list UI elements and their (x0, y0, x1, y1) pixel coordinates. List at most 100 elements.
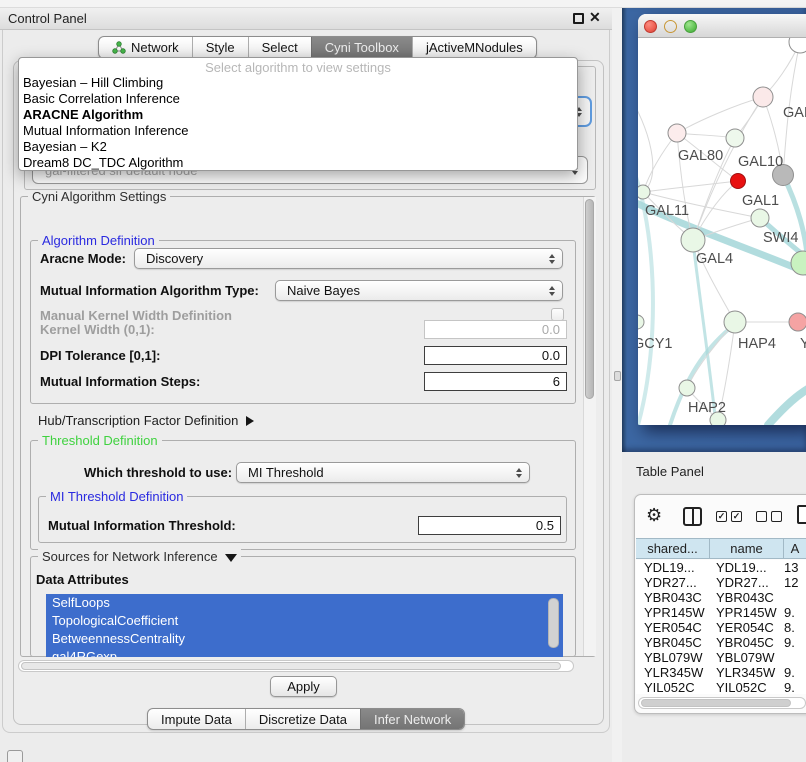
network-canvas[interactable]: GAL GAL80 GAL10 GAL1 GAL11 SWI4 GAL4 GCY… (638, 38, 806, 425)
tab-network[interactable]: Network (99, 37, 192, 58)
table-row[interactable]: YDR27... YDR27... 12 (636, 575, 806, 590)
cell-shared-name: YDL19... (636, 560, 708, 575)
label-gal1: GAL1 (742, 193, 779, 209)
hub-section-toggle[interactable]: Hub/Transcription Factor Definition (38, 413, 254, 428)
tab-cyni-toolbox[interactable]: Cyni Toolbox (311, 37, 412, 58)
panel-splitter[interactable] (612, 8, 622, 762)
mi-steps-value: 6 (553, 374, 560, 389)
gear-icon[interactable] (646, 506, 662, 524)
column-header-name[interactable]: name (710, 539, 784, 558)
column-header-shared-name[interactable]: shared... (636, 539, 710, 558)
table-row[interactable]: YIL052C YIL052C 9. (636, 680, 806, 694)
dpi-tolerance-input[interactable]: 0.0 (424, 346, 567, 365)
node-gcy1[interactable] (638, 315, 644, 329)
sources-group-toggle[interactable]: Sources for Network Inference (38, 549, 241, 564)
attribute-item-selfloops[interactable]: SelfLoops (46, 594, 563, 612)
attribute-item-topologicalcoefficient[interactable]: TopologicalCoefficient (46, 612, 563, 630)
tab-infer-network[interactable]: Infer Network (360, 709, 464, 729)
node-gal1[interactable] (751, 209, 769, 227)
network-window-titlebar[interactable] (638, 14, 806, 38)
table-row[interactable]: YDL19... YDL19... 13 (636, 560, 806, 575)
select-all-icon-2[interactable] (731, 511, 742, 522)
aracne-mode-select[interactable]: Discovery (134, 248, 563, 269)
tab-jactivemnodules[interactable]: jActiveMNodules (412, 37, 536, 58)
table-panel-title: Table Panel (636, 464, 704, 479)
tab-select[interactable]: Select (248, 37, 311, 58)
tab-cyni-toolbox-label: Cyni Toolbox (325, 40, 399, 55)
apply-button[interactable]: Apply (270, 676, 337, 697)
label-gal10: GAL10 (738, 154, 783, 170)
mi-type-label: Mutual Information Algorithm Type: (40, 283, 259, 298)
tab-style[interactable]: Style (192, 37, 248, 58)
control-panel-title: Control Panel (8, 11, 87, 26)
mi-type-select[interactable]: Naive Bayes (275, 280, 563, 301)
table-row[interactable]: YPR145W YPR145W 9. (636, 605, 806, 620)
cyni-algorithm-settings-label: Cyni Algorithm Settings (28, 189, 170, 204)
attributes-scrollbar-thumb[interactable] (548, 598, 559, 648)
popup-item-aracne[interactable]: ARACNE Algorithm (19, 107, 577, 123)
deselect-all-icon[interactable] (756, 511, 767, 522)
cell-value: 9. (780, 635, 806, 650)
node-hap4[interactable] (724, 311, 746, 333)
node-pink-right[interactable] (789, 313, 806, 331)
kernel-width-input[interactable]: 0.0 (424, 320, 567, 339)
dock-panel-icon[interactable] (7, 750, 23, 762)
tab-discretize-data[interactable]: Discretize Data (245, 709, 360, 729)
settings-scrollbar-thumb[interactable] (585, 199, 594, 399)
table-hscrollbar-thumb[interactable] (641, 699, 791, 707)
popup-item-bayesian-k2[interactable]: Bayesian – K2 (19, 139, 577, 155)
table-row[interactable]: YBL079W YBL079W (636, 650, 806, 665)
cell-value: 9. (780, 665, 806, 680)
split-view-icon[interactable] (683, 507, 702, 526)
popup-item-basic-correlation[interactable]: Basic Correlation Inference (19, 91, 577, 107)
node-swi4[interactable] (791, 251, 806, 275)
mac-close-button[interactable] (644, 20, 657, 33)
data-attributes-list: SelfLoops TopologicalCoefficient Between… (46, 594, 563, 657)
attribute-item-betweennesscentrality[interactable]: BetweennessCentrality (46, 630, 563, 648)
close-icon[interactable] (589, 9, 603, 27)
table-row[interactable]: YBR045C YBR045C 9. (636, 635, 806, 650)
node-gal80[interactable] (668, 124, 686, 142)
table-row[interactable]: YBR043C YBR043C (636, 590, 806, 605)
settings-hscrollbar-thumb[interactable] (21, 662, 561, 670)
node-unlabeled-top[interactable] (789, 38, 806, 53)
cell-shared-name: YBL079W (636, 650, 708, 665)
tab-impute-data[interactable]: Impute Data (148, 709, 245, 729)
which-threshold-select[interactable]: MI Threshold (236, 462, 530, 483)
bottom-tabbar: Impute Data Discretize Data Infer Networ… (147, 708, 465, 730)
cell-shared-name: YPR145W (636, 605, 708, 620)
mac-zoom-button[interactable] (684, 20, 697, 33)
attribute-item-gal4rgexp[interactable]: gal4RGexp (46, 648, 563, 657)
node-gal-top[interactable] (753, 87, 773, 107)
aracne-mode-arrows-icon (549, 254, 555, 264)
cell-name: YIL052C (708, 680, 780, 694)
popup-item-mutual-information[interactable]: Mutual Information Inference (19, 123, 577, 139)
new-file-icon[interactable] (797, 505, 806, 524)
table-row[interactable]: YLR345W YLR345W 9. (636, 665, 806, 680)
popup-item-bayesian-hill-climbing[interactable]: Bayesian – Hill Climbing (19, 75, 577, 91)
column-header-clipped[interactable]: A (784, 539, 806, 558)
node-hap2[interactable] (679, 380, 695, 396)
node-gal11[interactable] (638, 185, 650, 199)
cell-value: 9. (780, 680, 806, 694)
splitter-grip-icon[interactable] (614, 371, 621, 381)
select-all-icon[interactable] (716, 511, 727, 522)
popup-item-dream8[interactable]: Dream8 DC_TDC Algorithm (19, 155, 577, 171)
aracne-mode-label: Aracne Mode: (40, 251, 126, 266)
window-top-strip (0, 0, 806, 8)
mi-steps-input[interactable]: 6 (424, 372, 567, 391)
apply-button-label: Apply (287, 679, 320, 694)
deselect-all-icon-2[interactable] (771, 511, 782, 522)
cell-name: YPR145W (708, 605, 780, 620)
mi-steps-label: Mutual Information Steps: (40, 374, 200, 389)
node-red-selected[interactable] (731, 174, 746, 189)
mi-type-value: Naive Bayes (287, 283, 360, 298)
table-row[interactable]: YER054C YER054C 8. (636, 620, 806, 635)
node-gal4[interactable] (681, 228, 705, 252)
control-panel-titlebar: Control Panel (0, 8, 612, 30)
mac-minimize-button[interactable] (664, 20, 677, 33)
mi-threshold-input[interactable]: 0.5 (418, 516, 561, 535)
cell-value: 12 (780, 575, 806, 590)
node-gal10[interactable] (726, 129, 744, 147)
float-window-icon[interactable] (573, 13, 584, 24)
